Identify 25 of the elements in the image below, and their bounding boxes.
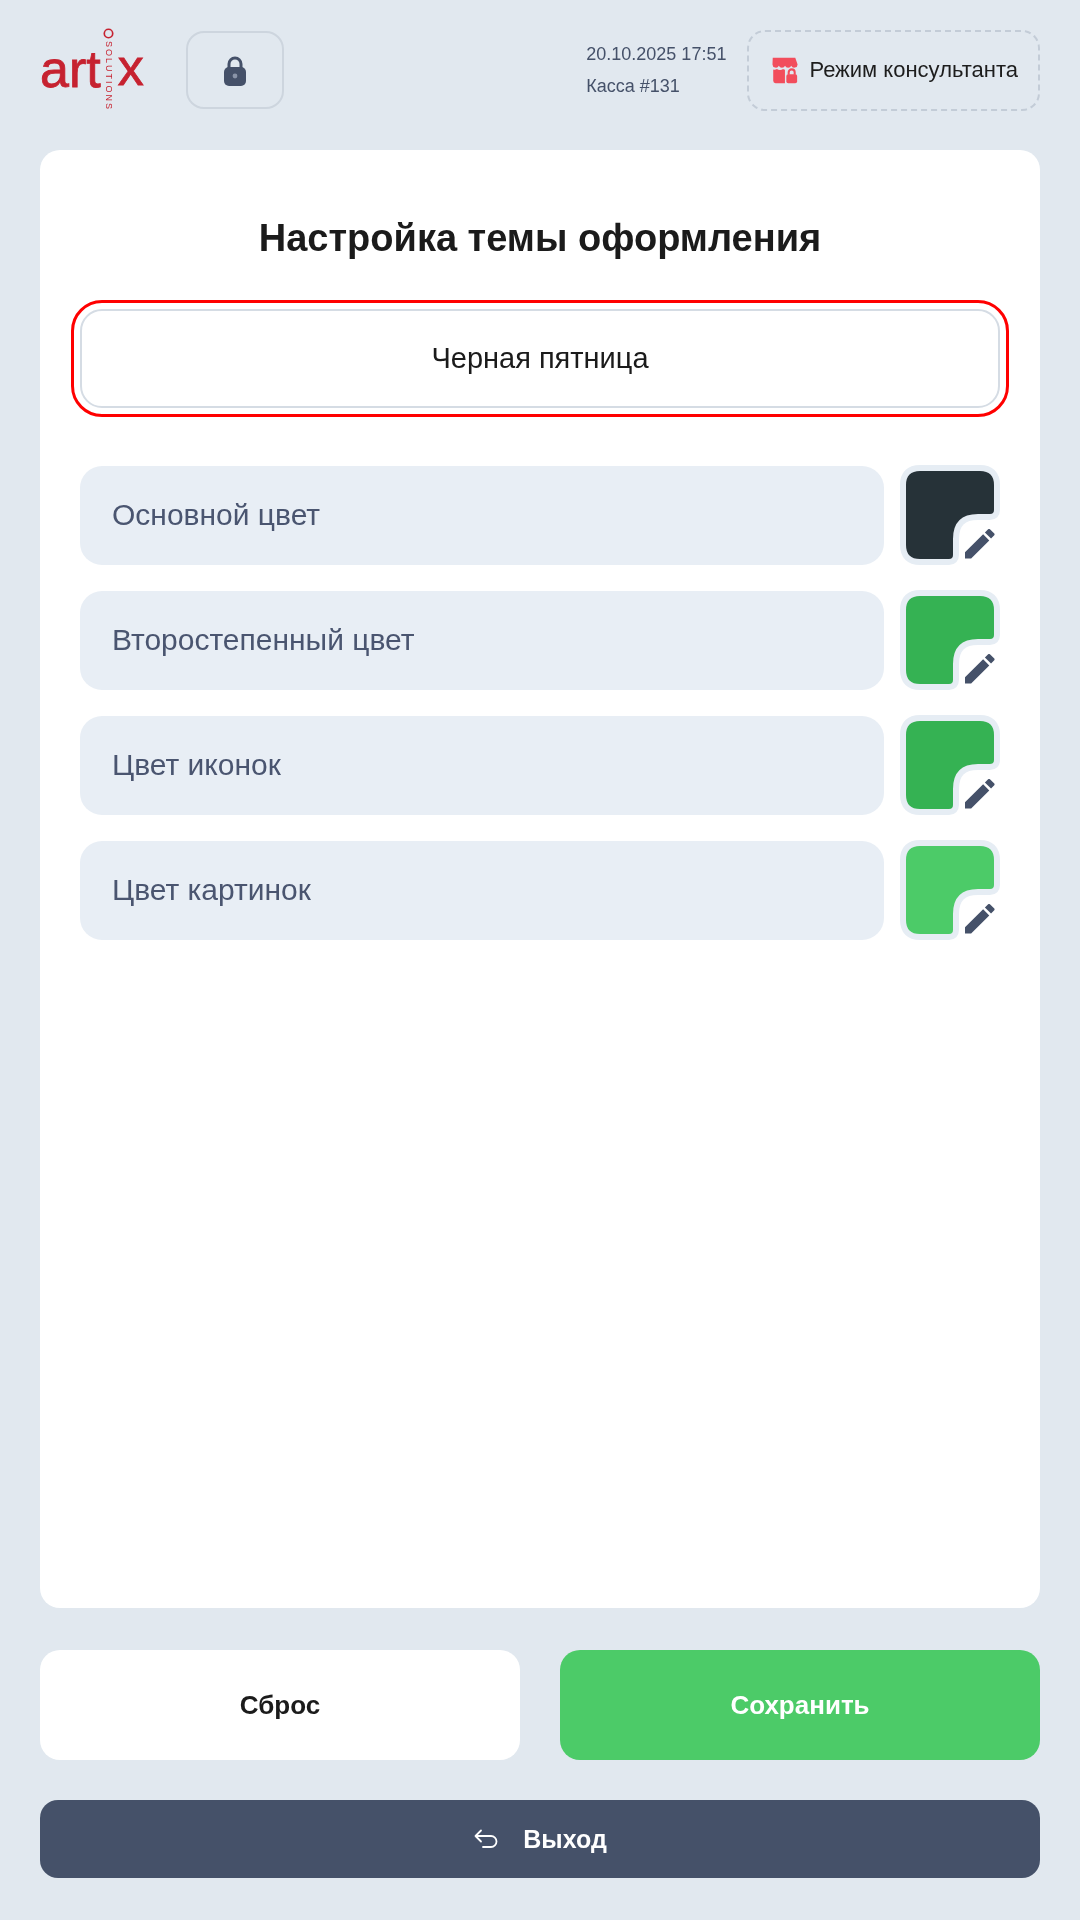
pencil-icon[interactable] [965, 529, 995, 559]
logo-tagline: SOLUTIONS [103, 41, 114, 111]
color-swatch[interactable] [900, 840, 1000, 940]
color-setting-label: Основной цвет [80, 465, 884, 565]
color-setting-label: Цвет картинок [80, 840, 884, 940]
color-setting-label: Цвет иконок [80, 715, 884, 815]
logo-ring-icon [103, 28, 115, 39]
logo-wordmark: art [40, 43, 101, 95]
color-setting-label: Второстепенный цвет [80, 590, 884, 690]
padlock-icon [221, 54, 248, 86]
reset-button[interactable]: Сброс [40, 1650, 520, 1760]
color-swatch[interactable] [900, 465, 1000, 565]
return-arrow-icon [473, 1829, 500, 1849]
pencil-icon[interactable] [965, 904, 995, 934]
consultant-mode-button[interactable]: Режим консультанта [747, 29, 1040, 111]
lock-button[interactable] [185, 31, 284, 109]
date-time: 20.10.2025 17:51 [586, 43, 727, 66]
logo-wordmark: x [117, 41, 144, 93]
pencil-icon[interactable] [965, 654, 995, 684]
color-swatch[interactable] [900, 590, 1000, 690]
register-number: Касса #131 [586, 75, 681, 98]
pencil-icon[interactable] [965, 779, 995, 809]
page-title: Настройка темы оформления [257, 216, 823, 261]
exit-button[interactable]: Выход [40, 1800, 1040, 1878]
color-swatch[interactable] [900, 715, 1000, 815]
